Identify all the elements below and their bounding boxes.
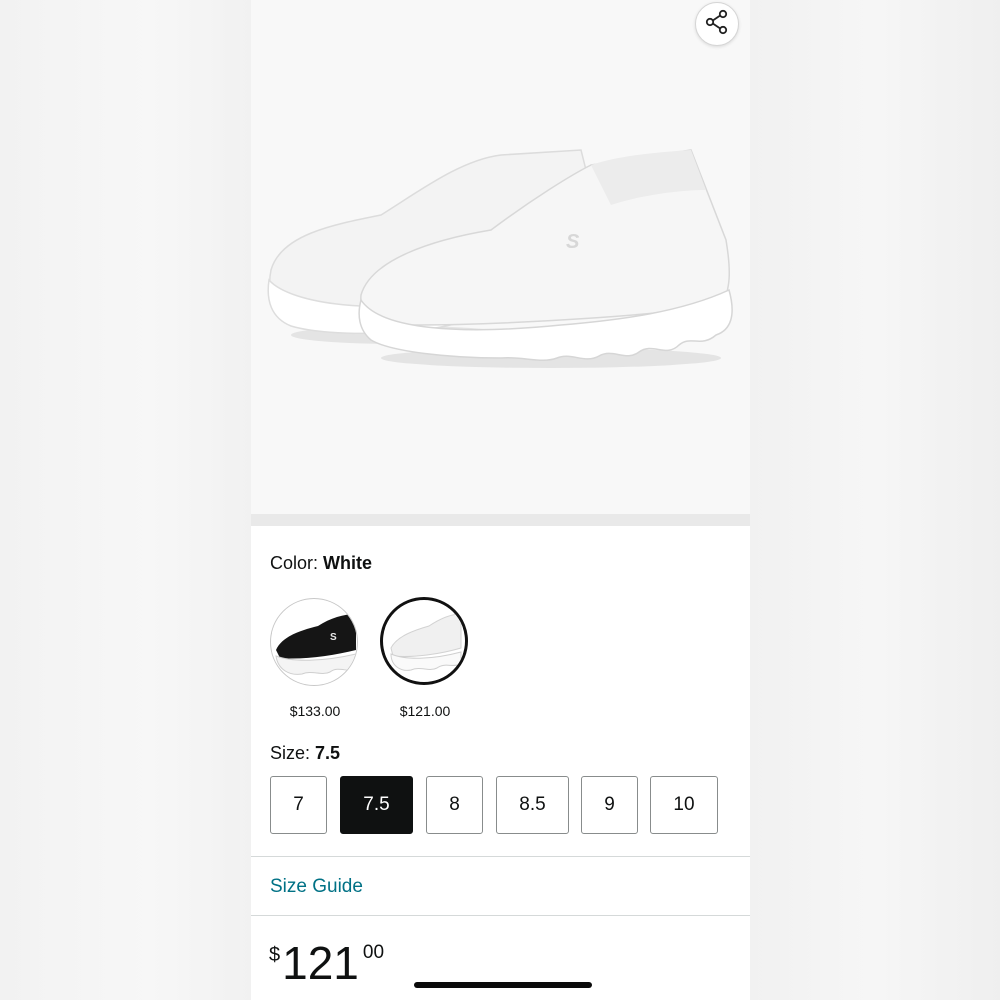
share-button[interactable]: [695, 2, 739, 46]
color-label-line: Color: White: [270, 553, 372, 574]
size-option-10[interactable]: 10: [650, 776, 718, 834]
white-sneaker-thumbnail: [385, 602, 463, 680]
product-image[interactable]: S: [251, 0, 750, 514]
color-label: Color:: [270, 553, 319, 573]
size-option-8-5[interactable]: 8.5: [496, 776, 569, 834]
section-divider: [251, 514, 750, 526]
svg-text:S: S: [566, 231, 580, 253]
size-option-7-5[interactable]: 7.5: [340, 776, 413, 834]
color-swatch-white[interactable]: [380, 597, 468, 685]
black-sneaker-thumbnail: S: [272, 600, 356, 684]
price-currency-symbol: $: [269, 944, 281, 966]
size-option-9[interactable]: 9: [581, 776, 638, 834]
share-icon: [704, 9, 730, 40]
color-swatch-black[interactable]: S: [270, 598, 358, 686]
size-guide-link[interactable]: Size Guide: [270, 876, 363, 898]
price-whole: 121: [282, 937, 359, 989]
swatch-price-white: $121.00: [399, 703, 451, 719]
product-detail-screen: S Color: White S $133.00 $121.00 Size: 7…: [251, 0, 750, 1000]
size-option-8[interactable]: 8: [426, 776, 483, 834]
divider: [251, 915, 750, 916]
size-option-7[interactable]: 7: [270, 776, 327, 834]
size-label: Size:: [270, 743, 311, 763]
sneaker-pair-image: S: [267, 149, 733, 368]
color-selected-value: White: [323, 553, 373, 573]
swatch-price-black: $133.00: [289, 703, 341, 719]
background-right: [750, 0, 1000, 1000]
svg-text:S: S: [330, 632, 337, 643]
divider: [251, 856, 750, 857]
price: $ 121 00: [269, 936, 384, 990]
home-indicator[interactable]: [414, 982, 592, 988]
price-fraction: 00: [362, 942, 385, 963]
background-left: [0, 0, 251, 1000]
size-selected-value: 7.5: [315, 743, 341, 763]
size-label-line: Size: 7.5: [270, 743, 340, 764]
